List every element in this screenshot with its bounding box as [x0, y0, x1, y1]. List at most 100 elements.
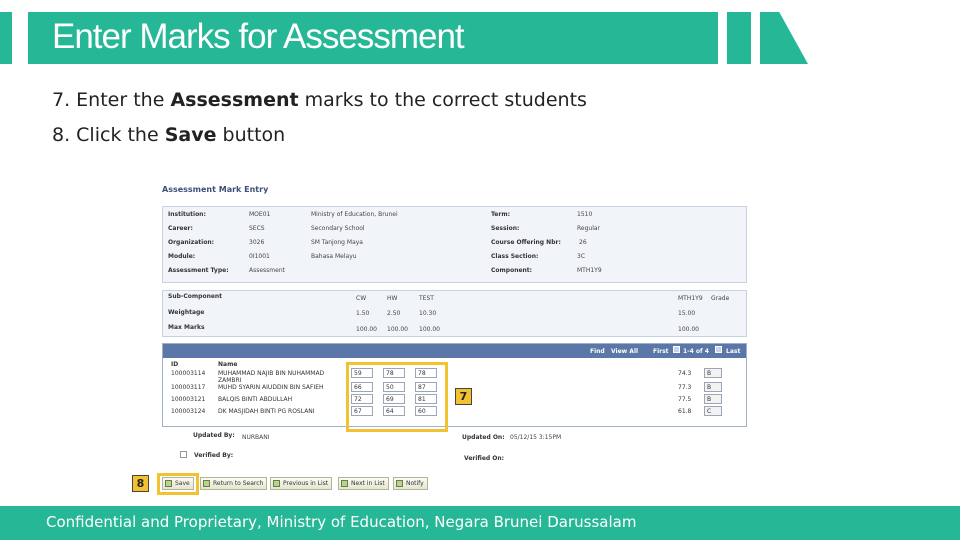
step8-text: 8. Click the: [52, 124, 165, 146]
class-section-value: 3C: [577, 253, 586, 260]
assessment-type-label: Assessment Type:: [168, 267, 229, 274]
updated-on-value: 05/12/15 3:15PM: [510, 434, 562, 441]
term-label: Term:: [491, 211, 510, 218]
col-component-header: MTH1Y9: [678, 295, 703, 302]
student-id: 100003124: [171, 408, 206, 415]
info-panel: Institution: MOE01 Ministry of Education…: [162, 206, 747, 283]
return-to-search-button[interactable]: Return to Search: [200, 477, 268, 490]
previous-icon: [273, 480, 280, 487]
component-value: MTH1Y9: [577, 267, 602, 274]
grid-view-all-link[interactable]: View All: [611, 348, 638, 355]
weightage-label: Weightage: [168, 309, 205, 316]
grid-last-link[interactable]: Last: [726, 348, 740, 355]
session-label: Session:: [491, 225, 520, 232]
step8-bold: Save: [164, 124, 217, 146]
max-test: 100.00: [419, 326, 440, 333]
weightage-panel: Sub-Component CW HW TEST MTH1Y9 Grade We…: [162, 290, 747, 337]
return-to-search-label: Return to Search: [213, 480, 264, 487]
updated-on-label: Updated On:: [462, 434, 505, 441]
institution-label: Institution:: [168, 211, 206, 218]
organization-label: Organization:: [168, 239, 214, 246]
module-name: Bahasa Melayu: [311, 253, 357, 260]
assessment-type-value: Assessment: [249, 267, 285, 274]
verified-by-label: Verified By:: [194, 452, 234, 459]
verified-on-label: Verified On:: [464, 455, 505, 462]
grid-find-link[interactable]: Find: [590, 348, 605, 355]
previous-in-list-label: Previous in List: [283, 480, 329, 487]
grid-first-link[interactable]: First: [653, 348, 669, 355]
grade-field: C: [704, 406, 722, 416]
slide-title: Enter Marks for Assessment: [52, 17, 465, 56]
verified-checkbox[interactable]: [180, 451, 187, 458]
term-value: 1510: [577, 211, 593, 218]
step7-text-end: marks to the correct students: [298, 89, 587, 111]
previous-in-list-button[interactable]: Previous in List: [270, 477, 333, 490]
page-heading: Assessment Mark Entry: [162, 185, 269, 194]
organization-name: SM Tanjong Maya: [311, 239, 363, 246]
component-total: 77.5: [678, 396, 692, 403]
student-id: 100003121: [171, 396, 206, 403]
max-component: 100.00: [678, 326, 699, 333]
weight-component: 15.00: [678, 310, 696, 317]
search-icon: [203, 480, 210, 487]
course-offering-value: 26: [579, 239, 587, 246]
next-icon: [341, 480, 348, 487]
assessment-mark-entry-screenshot: Assessment Mark Entry Institution: MOE01…: [132, 180, 750, 500]
student-marks-grid: Find View All First 1-4 of 4 Last ID Nam…: [162, 343, 747, 427]
component-total: 77.3: [678, 384, 692, 391]
student-name: MUHAMMAD NAJIB BIN NUHAMMAD ZAMBRI: [218, 370, 325, 384]
instruction-step-8: 8. Click the Save button: [52, 124, 285, 146]
footer-text: Confidential and Proprietary, Ministry o…: [46, 513, 637, 531]
max-cw: 100.00: [356, 326, 377, 333]
step7-text: 7. Enter the: [52, 89, 171, 111]
step7-bold: Assessment: [170, 89, 299, 111]
grid-col-id: ID: [171, 361, 179, 368]
session-value: Regular: [577, 225, 601, 232]
component-total: 61.8: [678, 408, 692, 415]
career-label: Career:: [168, 225, 193, 232]
updated-by-value: NURBANI: [242, 434, 270, 441]
student-id: 100003117: [171, 384, 206, 391]
grid-header-bar: Find View All First 1-4 of 4 Last: [163, 344, 746, 358]
accent-wedge-right: [760, 12, 808, 64]
career-name: Secondary School: [311, 225, 365, 232]
next-in-list-button[interactable]: Next in List: [338, 477, 389, 490]
module-code: 0I1001: [249, 253, 270, 260]
grid-range-text: 1-4 of 4: [683, 348, 709, 355]
grade-field: B: [704, 394, 722, 404]
student-name: BALQIS BINTI ABDULLAH: [218, 396, 293, 403]
col-test-header: TEST: [419, 295, 434, 302]
marks-highlight-box: [346, 362, 448, 432]
accent-bar-left: [0, 12, 12, 64]
max-hw: 100.00: [387, 326, 408, 333]
course-offering-label: Course Offering Nbr:: [491, 239, 561, 246]
updated-by-label: Updated By:: [193, 432, 235, 439]
career-code: SECS: [249, 225, 265, 232]
instruction-step-7: 7. Enter the Assessment marks to the cor…: [52, 89, 587, 111]
institution-code: MOE01: [249, 211, 271, 218]
step8-text-end: button: [216, 124, 286, 146]
module-label: Module:: [168, 253, 196, 260]
grade-field: B: [704, 382, 722, 392]
student-name: DK MASJIDAH BINTI PG ROSLANI: [218, 408, 315, 415]
save-highlight-box: [157, 473, 199, 495]
component-total: 74.3: [678, 370, 692, 377]
component-label: Component:: [491, 267, 533, 274]
grid-next-arrow-icon[interactable]: [715, 346, 722, 353]
class-section-label: Class Section:: [491, 253, 539, 260]
notify-label: Notify: [406, 480, 424, 487]
grid-col-name: Name: [218, 361, 238, 368]
student-name: MUHD SYARIN AIUDDIN BIN SAFIEH: [218, 384, 324, 391]
organization-code: 3026: [249, 239, 265, 246]
max-marks-label: Max Marks: [168, 324, 205, 331]
col-grade-header: Grade: [711, 295, 730, 302]
institution-name: Ministry of Education, Brunei: [311, 211, 398, 218]
step-7-badge: 7: [455, 388, 472, 405]
col-cw-header: CW: [356, 295, 367, 302]
grid-prev-arrow-icon[interactable]: [673, 346, 680, 353]
accent-bar-right: [727, 12, 751, 64]
grade-field: B: [704, 368, 722, 378]
next-in-list-label: Next in List: [351, 480, 385, 487]
notify-button[interactable]: Notify: [393, 477, 428, 490]
weight-hw: 2.50: [387, 310, 401, 317]
